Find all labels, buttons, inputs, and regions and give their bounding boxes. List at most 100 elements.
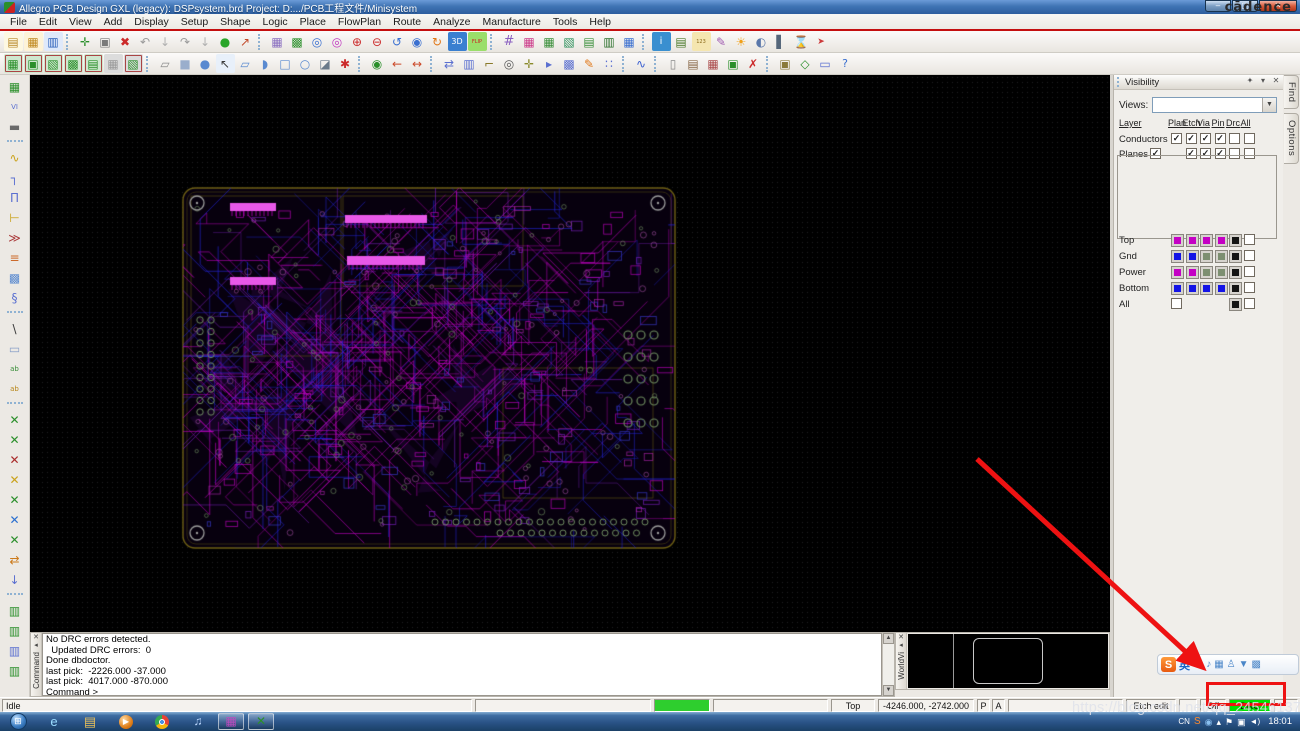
menu-add[interactable]: Add: [98, 16, 129, 28]
console-close-icon[interactable]: ✕: [33, 634, 39, 642]
color-dialog-button[interactable]: ▦: [520, 32, 539, 51]
keyboard-icon[interactable]: ▦: [1214, 659, 1223, 670]
route-arrow-button[interactable]: ≫: [5, 229, 24, 248]
board-open-button[interactable]: ▦: [5, 78, 24, 97]
world-view-map[interactable]: [908, 634, 1108, 688]
pick-mode-button[interactable]: P: [977, 699, 990, 712]
network-icon[interactable]: ▣: [1237, 717, 1246, 727]
music-app-icon[interactable]: ♫: [185, 713, 211, 730]
report-new-button[interactable]: ▯: [664, 54, 683, 73]
chevron-down-icon[interactable]: ▾: [1258, 76, 1268, 85]
zoom-fit-button[interactable]: ▩: [288, 32, 307, 51]
power-drc-swatch[interactable]: [1229, 266, 1242, 279]
net-rats-1-button[interactable]: ✕: [5, 411, 24, 430]
worldview-strip[interactable]: ✕ ◂ WorldVi: [896, 633, 907, 689]
visibility-panel-header[interactable]: Visibility ✦▾✕: [1114, 75, 1283, 90]
place-manual-2-button[interactable]: ▥: [5, 622, 24, 641]
scroll-down-icon[interactable]: ▼: [883, 685, 894, 696]
drop-marker-button[interactable]: ↓: [5, 571, 24, 590]
menu-route[interactable]: Route: [387, 16, 427, 28]
menu-analyze[interactable]: Analyze: [427, 16, 476, 28]
menu-logic[interactable]: Logic: [257, 16, 294, 28]
menu-tools[interactable]: Tools: [547, 16, 584, 28]
skin-icon[interactable]: ▼: [1239, 659, 1249, 670]
menu-place[interactable]: Place: [294, 16, 332, 28]
net-shield-button[interactable]: ✕: [5, 471, 24, 490]
align-parts-button[interactable]: ▥: [460, 54, 479, 73]
draw-pencil-button[interactable]: ✎: [580, 54, 599, 73]
power-plan-swatch[interactable]: [1171, 266, 1184, 279]
place-manual-1-button[interactable]: ▥: [5, 602, 24, 621]
application-mode-button[interactable]: A: [992, 699, 1005, 712]
gnd-all-checkbox[interactable]: [1244, 250, 1255, 261]
show-element-button[interactable]: i: [652, 32, 671, 51]
place-manual-4-button[interactable]: ▥: [5, 662, 24, 681]
top-plan-swatch[interactable]: [1171, 234, 1184, 247]
board-tool-6-button[interactable]: ▦: [104, 54, 123, 73]
net-rats-2-button[interactable]: ✕: [5, 431, 24, 450]
emoji-icon[interactable]: ☺: [1193, 659, 1203, 670]
board-tool-5-button[interactable]: ▤: [84, 54, 103, 73]
bottom-all-checkbox[interactable]: [1244, 282, 1255, 293]
all-drc-swatch[interactable]: [1229, 298, 1242, 311]
zoom-in-alt-button[interactable]: ⊕: [348, 32, 367, 51]
delete-islands-button[interactable]: ✱: [336, 54, 355, 73]
sogou-tray-icon[interactable]: S: [1194, 717, 1201, 727]
save-file-button[interactable]: ▥: [44, 32, 63, 51]
shape-edit-button[interactable]: ▱: [236, 54, 255, 73]
redo-button[interactable]: ↷: [176, 32, 195, 51]
zoom-in-button[interactable]: ◎: [308, 32, 327, 51]
snapshot-button[interactable]: ◎: [500, 54, 519, 73]
swap-pins-button[interactable]: ⇄: [5, 551, 24, 570]
route-stub-button[interactable]: Π: [5, 189, 24, 208]
gnd-plan-swatch[interactable]: [1171, 250, 1184, 263]
route-tune-button[interactable]: ⊢: [5, 209, 24, 228]
circle-outline-button[interactable]: ○: [296, 54, 315, 73]
bottom-plan-swatch[interactable]: [1171, 282, 1184, 295]
worldview-collapse-icon[interactable]: ◂: [899, 642, 903, 650]
all-all-checkbox[interactable]: [1244, 298, 1255, 309]
grid-toggle-button[interactable]: #: [500, 32, 519, 51]
power-all-checkbox[interactable]: [1244, 266, 1255, 277]
chrome-icon[interactable]: [149, 713, 175, 730]
waive-drc-button[interactable]: ⌛: [792, 32, 811, 51]
place-manual-3-button[interactable]: ▥: [5, 642, 24, 661]
delete-button[interactable]: ✖: [116, 32, 135, 51]
menu-file[interactable]: File: [4, 16, 33, 28]
mic-icon[interactable]: ♪: [1206, 659, 1211, 670]
menu-shape[interactable]: Shape: [214, 16, 256, 28]
menu-flowplan[interactable]: FlowPlan: [332, 16, 387, 28]
top-drc-swatch[interactable]: [1229, 234, 1242, 247]
menu-manufacture[interactable]: Manufacture: [477, 16, 547, 28]
close-icon[interactable]: ✕: [1271, 76, 1281, 85]
board-tool-3-button[interactable]: ▧: [44, 54, 63, 73]
add-text-button[interactable]: ab: [5, 360, 24, 379]
route-comb-button[interactable]: ≡: [5, 249, 24, 268]
volume-icon[interactable]: ◄): [1250, 717, 1261, 727]
select-shape-button[interactable]: ↖: [216, 54, 235, 73]
day-mode-button[interactable]: ☀: [732, 32, 751, 51]
lang-indicator[interactable]: CN: [1178, 717, 1190, 727]
command-prompt[interactable]: Command >: [46, 688, 878, 697]
pin-icon[interactable]: ✦: [1245, 76, 1255, 85]
tray-expand-arrow[interactable]: ▴: [1217, 717, 1222, 727]
redraw-button[interactable]: ↻: [428, 32, 447, 51]
worldview-close-icon[interactable]: ✕: [898, 634, 904, 642]
design-canvas-area[interactable]: [30, 75, 1110, 632]
menu-edit[interactable]: Edit: [33, 16, 63, 28]
show-measure-button[interactable]: 123: [692, 32, 711, 51]
stretch-gap-button[interactable]: ↔: [408, 54, 427, 73]
tab-options[interactable]: Options: [1284, 113, 1299, 163]
shape-circle-filled-button[interactable]: ●: [196, 54, 215, 73]
dither-grid-button[interactable]: ▩: [560, 54, 579, 73]
open-file-button[interactable]: ▦: [24, 32, 43, 51]
console-collapse-icon[interactable]: ◂: [34, 642, 38, 650]
zoom-points-button[interactable]: ▦: [268, 32, 287, 51]
snap-grid-button[interactable]: ∷: [600, 54, 619, 73]
console-scrollbar[interactable]: ▲ ▼: [882, 633, 894, 696]
top-via-swatch[interactable]: [1200, 234, 1213, 247]
pad-edit-button[interactable]: ◉: [368, 54, 387, 73]
flag-toggle-button[interactable]: ▸: [540, 54, 559, 73]
sogou-logo-icon[interactable]: S: [1161, 657, 1176, 672]
add-rect-button[interactable]: ▭: [5, 340, 24, 359]
